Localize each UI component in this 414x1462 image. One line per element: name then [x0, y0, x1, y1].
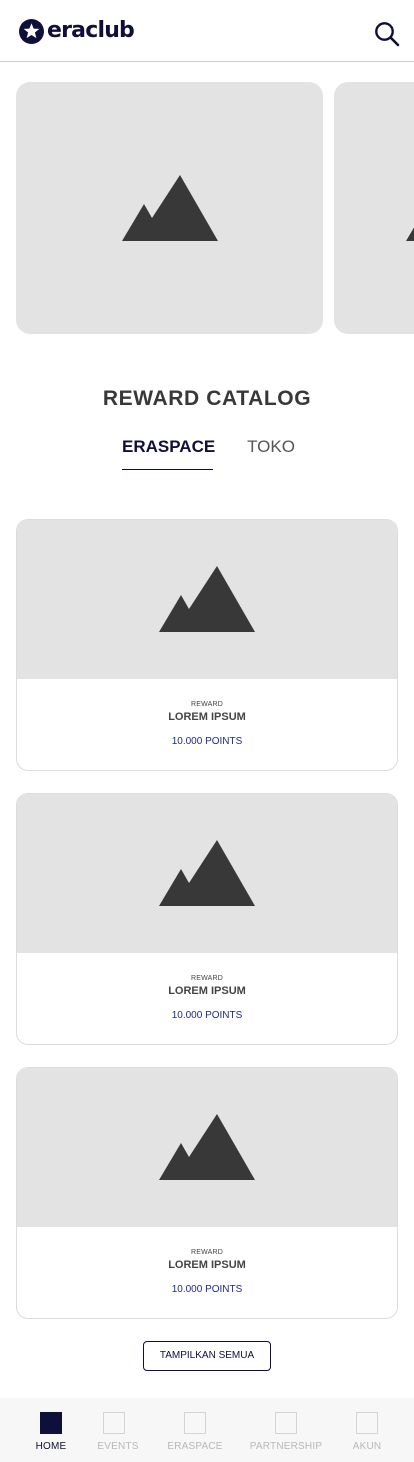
nav-label: PARTNERSHIP — [249, 1441, 323, 1452]
nav-item-events[interactable]: EVENTS — [92, 1398, 144, 1462]
show-all-button[interactable]: TAMPILKAN SEMUA — [143, 1341, 271, 1371]
nav-label: HOME — [35, 1441, 67, 1452]
nav-item-partnership[interactable]: PARTNERSHIP — [248, 1398, 324, 1462]
account-icon — [356, 1412, 378, 1434]
nav-label: EVENTS — [97, 1441, 139, 1452]
home-icon — [40, 1412, 62, 1434]
app-header: eraclub — [0, 0, 414, 62]
image-placeholder-icon — [159, 1114, 255, 1180]
reward-title: LOREM IPSUM — [168, 711, 246, 723]
nav-item-eraspace[interactable]: ERASPACE — [162, 1398, 228, 1462]
nav-label: AKUN — [352, 1441, 382, 1452]
banner-slide[interactable] — [334, 82, 414, 334]
eraspace-icon — [184, 1412, 206, 1434]
section-title: REWARD CATALOG — [102, 387, 312, 410]
brand-name: eraclub — [47, 18, 135, 43]
nav-label: ERASPACE — [167, 1441, 223, 1452]
reward-image — [17, 520, 397, 679]
reward-image — [17, 1068, 397, 1227]
nav-item-home[interactable]: HOME — [26, 1398, 76, 1462]
reward-card[interactable]: REWARD LOREM IPSUM 10.000 POINTS — [16, 1067, 398, 1319]
reward-kicker: REWARD — [190, 701, 224, 708]
banner-carousel[interactable] — [0, 82, 414, 334]
events-icon — [103, 1412, 125, 1434]
bottom-nav: HOME EVENTS ERASPACE PARTNERSHIP AKUN — [0, 1398, 414, 1462]
star-badge-icon — [19, 18, 44, 44]
image-placeholder-icon — [159, 840, 255, 906]
tab-eraspace[interactable]: ERASPACE — [122, 436, 215, 470]
brand-logo[interactable]: eraclub — [19, 17, 135, 45]
search-icon[interactable] — [374, 21, 400, 47]
reward-image — [17, 794, 397, 953]
nav-item-akun[interactable]: AKUN — [346, 1398, 388, 1462]
reward-card[interactable]: REWARD LOREM IPSUM 10.000 POINTS — [16, 793, 398, 1045]
reward-title: LOREM IPSUM — [168, 1259, 246, 1271]
reward-points: 10.000 POINTS — [171, 1284, 243, 1295]
image-placeholder-icon — [122, 175, 218, 241]
reward-kicker: REWARD — [190, 1249, 224, 1256]
reward-card[interactable]: REWARD LOREM IPSUM 10.000 POINTS — [16, 519, 398, 771]
tab-toko[interactable]: TOKO — [240, 436, 302, 470]
reward-kicker: REWARD — [190, 975, 224, 982]
reward-points: 10.000 POINTS — [171, 1010, 243, 1021]
image-placeholder-icon — [159, 566, 255, 632]
partnership-icon — [275, 1412, 297, 1434]
image-placeholder-icon — [406, 227, 414, 241]
reward-title: LOREM IPSUM — [168, 985, 246, 997]
reward-points: 10.000 POINTS — [171, 736, 243, 747]
banner-slide[interactable] — [16, 82, 323, 334]
